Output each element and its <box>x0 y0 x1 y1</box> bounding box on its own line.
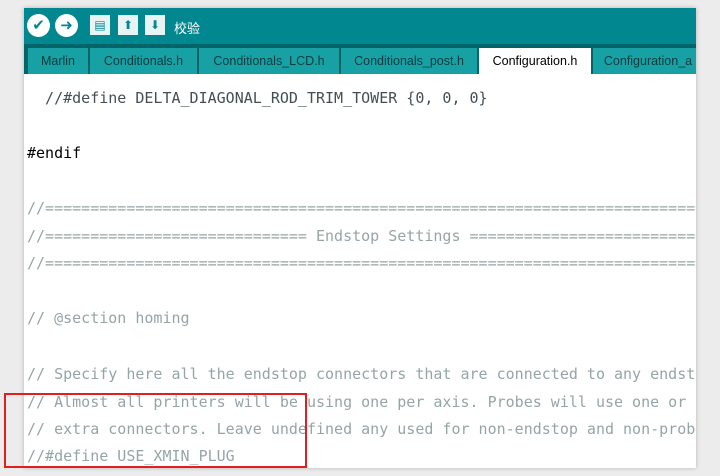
tab-conditionals-lcd-h[interactable]: Conditionals_LCD.h <box>199 48 339 74</box>
tab-conditionals-post-h[interactable]: Conditionals_post.h <box>341 48 477 74</box>
code-line: //============================= Endstop … <box>27 227 696 245</box>
tab-configuration-adv[interactable]: Configuration_a <box>593 48 696 74</box>
code-line: // Almost all printers will be using one… <box>27 393 687 411</box>
new-sketch-button[interactable]: ▤ <box>90 15 110 35</box>
tab-conditionals-h[interactable]: Conditionals.h <box>90 48 197 74</box>
code-line: //======================================… <box>27 254 696 272</box>
arrow-right-icon: ➜ <box>60 16 73 34</box>
download-arrow-icon: ⬇ <box>149 18 161 32</box>
code-line: // @section homing <box>27 309 190 327</box>
code-line: //#define USE_XMIN_PLUG <box>27 447 235 465</box>
tab-marlin[interactable]: Marlin <box>28 48 88 74</box>
tab-bar: Marlin Conditionals.h Conditionals_LCD.h… <box>24 44 696 74</box>
code-line: //======================================… <box>27 199 696 217</box>
open-sketch-button[interactable]: ⬆ <box>118 15 138 35</box>
code-line: //#define DELTA_DIAGONAL_ROD_TRIM_TOWER … <box>27 89 488 107</box>
code-line: #endif <box>27 144 82 162</box>
upload-button[interactable]: ➜ <box>55 14 78 37</box>
save-sketch-button[interactable]: ⬇ <box>145 15 165 35</box>
code-editor[interactable]: //#define DELTA_DIAGONAL_ROD_TRIM_TOWER … <box>24 74 696 468</box>
toolbar-status-label: 校验 <box>174 22 201 37</box>
code-line: // Specify here all the endstop connecto… <box>27 365 696 383</box>
code-line: // extra connectors. Leave undefined any… <box>27 420 696 438</box>
ide-window: ✔ ➜ ▤ ⬆ ⬇ 校验 Marlin Conditionals.h Condi… <box>24 8 696 468</box>
new-file-icon: ▤ <box>94 18 106 32</box>
tab-configuration-h[interactable]: Configuration.h <box>479 48 591 74</box>
upload-arrow-icon: ⬆ <box>122 18 134 32</box>
check-icon: ✔ <box>32 16 45 34</box>
toolbar: ✔ ➜ ▤ ⬆ ⬇ 校验 <box>24 8 696 44</box>
verify-button[interactable]: ✔ <box>27 14 50 37</box>
